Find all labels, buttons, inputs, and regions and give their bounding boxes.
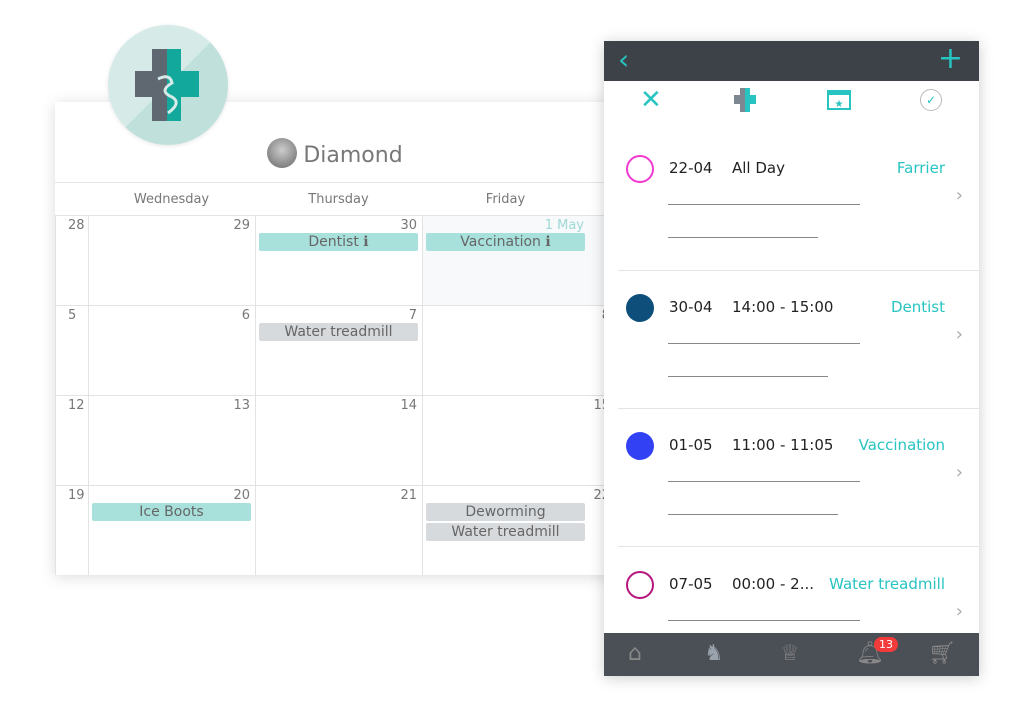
- calendar-day[interactable]: 15: [422, 395, 615, 485]
- calendar-star-icon[interactable]: ★: [827, 88, 851, 114]
- day-number: 29: [233, 218, 250, 233]
- event-type: Farrier: [896, 159, 945, 177]
- horse-icon[interactable]: ♞: [704, 641, 724, 666]
- calendar-day[interactable]: 8: [422, 305, 615, 395]
- add-icon[interactable]: +: [938, 41, 963, 76]
- calendar-day[interactable]: 28: [55, 215, 88, 305]
- calendar-card: Diamond Wednesday Thursday Friday 28 29 30…: [55, 102, 615, 575]
- event-type: Vaccination: [858, 436, 945, 454]
- calendar-event[interactable]: Deworming: [426, 503, 585, 521]
- divider: [668, 343, 860, 344]
- calendar-event[interactable]: Vaccination ℹ: [426, 233, 585, 251]
- divider: [668, 481, 860, 482]
- calendar-day[interactable]: 5: [55, 305, 88, 395]
- divider: [668, 620, 860, 621]
- day-number: 1 May: [544, 218, 584, 233]
- divider: [668, 204, 860, 205]
- event-type: Dentist: [890, 298, 945, 316]
- day-number: 6: [241, 308, 250, 323]
- day-number: 13: [233, 398, 250, 413]
- event-list-item[interactable]: 22-04 All Day Farrier ›: [618, 121, 979, 271]
- event-date: 30-04: [669, 298, 713, 316]
- calendar-day[interactable]: 20 Ice Boots: [88, 485, 255, 575]
- event-time: All Day: [732, 159, 785, 177]
- status-circle-icon: [626, 432, 654, 460]
- calendar-event[interactable]: Water treadmill: [259, 323, 418, 341]
- calendar-day[interactable]: 7 Water treadmill: [255, 305, 422, 395]
- calendar-event[interactable]: Ice Boots: [92, 503, 251, 521]
- chevron-right-icon[interactable]: ›: [956, 462, 963, 483]
- mobile-app: ‹ + ✕ ★ ✓ 22-04 All Day Farrier › 30-04 …: [604, 41, 979, 676]
- calendar-day[interactable]: 13: [88, 395, 255, 485]
- day-number: 12: [68, 398, 85, 413]
- calendar-event[interactable]: Water treadmill: [426, 523, 585, 541]
- status-circle-icon: [626, 155, 654, 183]
- horse-avatar: [267, 138, 298, 168]
- trophy-icon[interactable]: ♕: [780, 641, 800, 666]
- day-number: 28: [68, 218, 85, 233]
- top-bar: ‹ +: [604, 41, 979, 81]
- cart-icon[interactable]: 🛒︎: [928, 641, 956, 666]
- day-header: Thursday: [308, 192, 369, 207]
- calendar-day[interactable]: 22 Deworming Water treadmill: [422, 485, 615, 575]
- divider: [668, 514, 838, 515]
- chevron-right-icon[interactable]: ›: [956, 324, 963, 345]
- toolbar: ✕ ★ ✓: [604, 81, 979, 121]
- divider: [668, 376, 828, 377]
- calendar-day[interactable]: 14: [255, 395, 422, 485]
- close-icon[interactable]: ✕: [640, 85, 662, 115]
- event-time: 11:00 - 11:05: [732, 436, 834, 454]
- day-number: 30: [400, 218, 417, 233]
- calendar-day[interactable]: 12: [55, 395, 88, 485]
- vet-cross-icon[interactable]: [734, 88, 756, 116]
- day-number: 19: [68, 488, 85, 503]
- event-list-item[interactable]: 01-05 11:00 - 11:05 Vaccination ›: [618, 409, 979, 547]
- status-circle-icon: [626, 571, 654, 599]
- divider: [668, 237, 818, 238]
- event-type: Water treadmill: [829, 575, 945, 593]
- event-date: 22-04: [669, 159, 713, 177]
- check-circle-icon[interactable]: ✓: [920, 89, 942, 111]
- event-time: 14:00 - 15:00: [732, 298, 834, 316]
- notification-badge: 13: [874, 637, 898, 652]
- event-list-item[interactable]: 30-04 14:00 - 15:00 Dentist ›: [618, 271, 979, 409]
- event-date: 07-05: [669, 575, 713, 593]
- day-number: 20: [233, 488, 250, 503]
- calendar-event[interactable]: Dentist ℹ: [259, 233, 418, 251]
- back-icon[interactable]: ‹: [618, 43, 629, 76]
- svg-text:★: ★: [835, 99, 844, 110]
- calendar-day[interactable]: 30 Dentist ℹ: [255, 215, 422, 305]
- day-headers: Wednesday Thursday Friday: [55, 182, 615, 215]
- chevron-right-icon[interactable]: ›: [956, 601, 963, 622]
- day-header: Wednesday: [133, 192, 210, 207]
- day-number: 7: [408, 308, 417, 323]
- tab-bar: ⌂ ♞ ♕ 🔔︎ 13 🛒︎: [604, 633, 979, 676]
- calendar-day[interactable]: 29: [88, 215, 255, 305]
- chevron-right-icon[interactable]: ›: [956, 185, 963, 206]
- calendar-day[interactable]: 6: [88, 305, 255, 395]
- barn-icon[interactable]: ⌂: [628, 641, 642, 666]
- day-number: 21: [400, 488, 417, 503]
- event-time: 00:00 - 2...: [732, 575, 815, 593]
- calendar-day[interactable]: 1 May Vaccination ℹ: [422, 215, 615, 305]
- event-date: 01-05: [669, 436, 713, 454]
- day-number: 5: [68, 308, 77, 323]
- day-header: Friday: [485, 192, 526, 207]
- event-list-item[interactable]: 07-05 00:00 - 2... Water treadmill ›: [618, 548, 979, 654]
- horse-name: Diamond: [303, 143, 403, 168]
- day-number: 14: [400, 398, 417, 413]
- vet-badge-icon: [108, 25, 228, 145]
- calendar-day[interactable]: 21: [255, 485, 422, 575]
- calendar-day[interactable]: 19: [55, 485, 88, 575]
- status-circle-icon: [626, 294, 654, 322]
